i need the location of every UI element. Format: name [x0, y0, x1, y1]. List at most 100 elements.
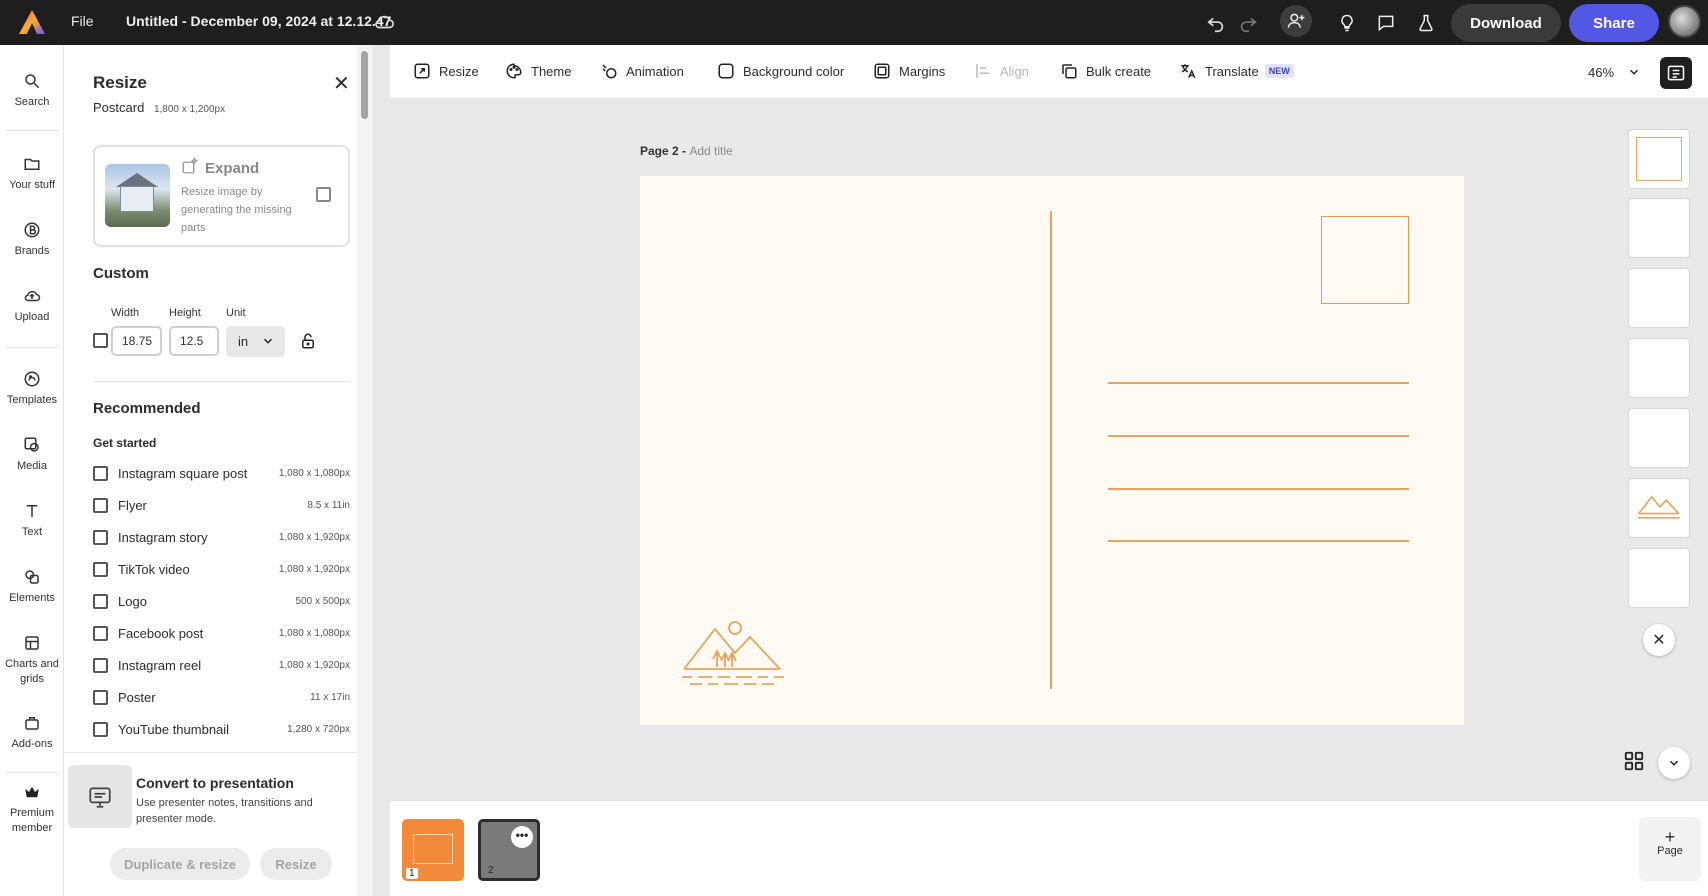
page-preview-thumb[interactable] [1628, 548, 1690, 608]
page-thumbnail-1[interactable]: 1 [402, 819, 464, 881]
preset-row[interactable]: Poster 11 x 17in [93, 687, 350, 707]
unit-label: Unit [226, 307, 246, 319]
rail-label: Your stuff [9, 179, 55, 191]
mountain-logo-icon[interactable] [680, 619, 790, 697]
preset-row[interactable]: Instagram square post 1,080 x 1,080px [93, 463, 350, 483]
add-page-button[interactable]: + Page [1639, 817, 1701, 881]
page-preview-thumb[interactable] [1628, 198, 1690, 258]
rail-item-search[interactable]: Search [0, 72, 64, 110]
page-preview-thumb[interactable] [1628, 338, 1690, 398]
preset-checkbox[interactable] [93, 657, 108, 673]
page-preview-thumb[interactable] [1628, 478, 1690, 538]
preset-checkbox[interactable] [93, 529, 108, 545]
scrollbar-thumb[interactable] [361, 51, 368, 119]
rail-item-upload[interactable]: Upload [0, 287, 64, 325]
adobe-express-logo-icon[interactable] [18, 9, 46, 35]
rail-item-addons[interactable]: Add-ons [0, 714, 64, 752]
preset-size: 11 x 17in [310, 691, 350, 703]
preset-row[interactable]: TikTok video 1,080 x 1,920px [93, 559, 350, 579]
preset-row[interactable]: Instagram reel 1,080 x 1,920px [93, 655, 350, 675]
current-format: Postcard 1,800 x 1,200px [93, 100, 225, 115]
page-preview-thumb[interactable] [1628, 268, 1690, 328]
close-icon[interactable]: ✕ [1643, 624, 1675, 656]
close-icon[interactable]: ✕ [333, 71, 350, 96]
share-button[interactable]: Share [1569, 4, 1659, 42]
rail-item-templates[interactable]: Templates [0, 370, 64, 408]
unit-select[interactable]: in [226, 326, 285, 357]
zoom-level[interactable]: 46% [1588, 65, 1614, 80]
tool-align[interactable]: Align [974, 62, 1029, 80]
tool-resize[interactable]: Resize [413, 62, 479, 80]
convert-to-presentation-card[interactable]: Convert to presentation Use presenter no… [64, 752, 358, 830]
address-line[interactable] [1108, 382, 1409, 384]
rail-item-media[interactable]: Media [0, 436, 64, 474]
page-preview-thumb[interactable] [1628, 408, 1690, 468]
stamp-box[interactable] [1321, 216, 1409, 304]
preset-checkbox[interactable] [93, 721, 108, 737]
preset-checkbox[interactable] [93, 497, 108, 513]
resize-button[interactable]: Resize [260, 848, 332, 880]
aspect-lock-icon[interactable] [299, 331, 317, 351]
tool-theme[interactable]: Theme [505, 62, 571, 80]
tool-animation[interactable]: Animation [600, 62, 684, 80]
tool-translate[interactable]: Translate NEW [1179, 62, 1294, 80]
invite-user-icon[interactable] [1280, 5, 1312, 37]
page-thumbnail-2[interactable]: ••• 2 [478, 819, 540, 881]
undo-icon[interactable] [1203, 10, 1229, 36]
custom-size-checkbox[interactable] [93, 333, 108, 348]
tool-bulk-create[interactable]: Bulk create [1060, 62, 1151, 80]
preset-checkbox[interactable] [93, 561, 108, 577]
preset-row[interactable]: Logo 500 x 500px [93, 591, 350, 611]
preset-row[interactable]: Instagram story 1,080 x 1,920px [93, 527, 350, 547]
left-rail: Search Your stuff Brands Upload Template… [0, 45, 64, 896]
rail-item-your-stuff[interactable]: Your stuff [0, 155, 64, 193]
tool-margins[interactable]: Margins [873, 62, 945, 80]
lightbulb-icon[interactable] [1334, 10, 1360, 36]
rail-label: Add-ons [11, 738, 53, 750]
postcard-canvas[interactable] [640, 176, 1464, 725]
page-settings-button[interactable] [1660, 57, 1692, 89]
add-title-field[interactable]: Add title [689, 144, 732, 158]
rail-divider [5, 130, 59, 131]
preset-checkbox[interactable] [93, 465, 108, 481]
download-button[interactable]: Download [1451, 4, 1561, 42]
duplicate-resize-button[interactable]: Duplicate & resize [110, 848, 250, 880]
chevron-down-icon[interactable] [1627, 65, 1641, 79]
preset-name: Poster [118, 689, 156, 705]
comment-icon[interactable] [1373, 10, 1399, 36]
preset-row[interactable]: YouTube thumbnail 1,280 x 720px [93, 719, 350, 739]
grid-view-icon[interactable] [1623, 750, 1645, 772]
redo-icon[interactable] [1235, 10, 1261, 36]
postcard-divider-line[interactable] [1050, 211, 1052, 689]
preset-row[interactable]: Facebook post 1,080 x 1,080px [93, 623, 350, 643]
expand-checkbox[interactable] [316, 187, 331, 202]
expand-option-card[interactable]: Expand Resize image by generating the mi… [93, 145, 350, 247]
preset-row[interactable]: Flyer 8.5 x 11in [93, 495, 350, 515]
file-menu[interactable]: File [71, 13, 94, 29]
expand-preview-image [105, 164, 170, 227]
width-field[interactable]: 18.75 [111, 326, 162, 356]
preset-checkbox[interactable] [93, 689, 108, 705]
translate-icon [1181, 64, 1196, 79]
more-options-icon[interactable]: ••• [511, 826, 533, 848]
preset-size: 1,080 x 1,920px [278, 531, 350, 543]
tool-background-color[interactable]: Background color [717, 62, 844, 80]
rail-item-elements[interactable]: Elements [0, 568, 64, 606]
panel-scrollbar[interactable] [357, 45, 373, 896]
beta-flask-icon[interactable] [1413, 10, 1439, 36]
preset-checkbox[interactable] [93, 593, 108, 609]
avatar[interactable] [1668, 5, 1701, 38]
cloud-sync-icon[interactable] [373, 11, 395, 33]
rail-item-text[interactable]: Text [0, 502, 64, 540]
preset-checkbox[interactable] [93, 625, 108, 641]
document-title[interactable]: Untitled - December 09, 2024 at 12.12.47 [126, 13, 391, 29]
address-line[interactable] [1108, 435, 1409, 437]
collapse-pages-button[interactable] [1658, 747, 1690, 779]
page-preview-thumb[interactable] [1628, 129, 1690, 189]
rail-item-premium[interactable]: Premium member [0, 783, 64, 836]
rail-item-brands[interactable]: Brands [0, 221, 64, 259]
height-field[interactable]: 12.5 [169, 326, 219, 356]
address-line[interactable] [1108, 488, 1409, 490]
address-line[interactable] [1108, 540, 1409, 542]
rail-item-charts[interactable]: Charts and grids [0, 634, 64, 687]
